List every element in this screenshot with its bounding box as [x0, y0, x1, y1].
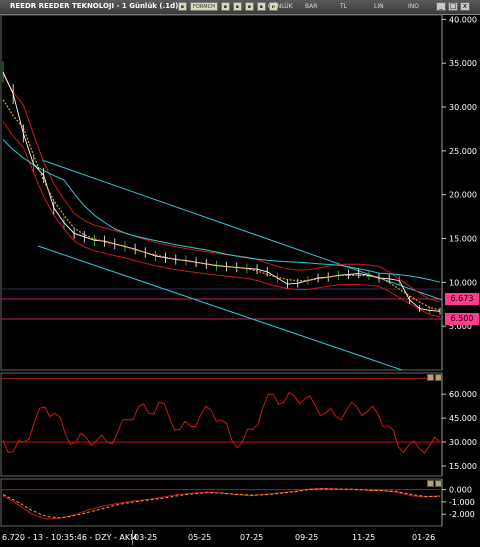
- price-y-tick-label: 40.000: [449, 15, 477, 24]
- macd-y-tick-label: -2.000: [449, 510, 475, 519]
- x-tick-label: 03-25: [134, 533, 158, 542]
- price-layer: [1, 61, 443, 371]
- price-level-tag-2: 6.500: [445, 313, 479, 325]
- price-level-tag-1: 6.673: [445, 293, 479, 305]
- rsi-panel-settings-button[interactable]: [427, 374, 434, 381]
- macd-panel-frame: [0, 478, 443, 527]
- macd-panel-close-button[interactable]: [435, 480, 442, 487]
- macd-axis: 0.000 -1.000 -2.000: [442, 486, 475, 519]
- rsi-y-tick-label: 45.000: [449, 414, 477, 423]
- macd-panel-settings-button[interactable]: [427, 480, 434, 487]
- price-y-tick-label: 10.000: [449, 278, 477, 287]
- rsi-y-tick-label: 15.000: [449, 462, 477, 471]
- rsi-line: [2, 391, 441, 454]
- bollinger-upper-line: [2, 74, 441, 303]
- x-tick-label: 07-25: [240, 533, 264, 542]
- x-tick-label: 11-25: [352, 533, 376, 542]
- status-bar: 6.720 - 13 - 10:35:46 - DZY - AKM 03-25 …: [0, 528, 480, 547]
- rsi-y-tick-label: 30.000: [449, 438, 477, 447]
- x-axis-separator: [132, 530, 133, 545]
- price-y-tick-label: 15.000: [449, 235, 477, 244]
- price-y-tick-label: 25.000: [449, 147, 477, 156]
- x-tick-label: 09-25: [295, 533, 319, 542]
- price-panel-frame: [0, 14, 443, 371]
- rsi-axis: 60.000 45.000 30.000 15.000: [442, 390, 477, 471]
- x-tick-label: 05-25: [188, 533, 212, 542]
- price-y-tick-label: 20.000: [449, 191, 477, 200]
- channel-upper-line: [41, 159, 443, 301]
- rsi-y-tick-label: 60.000: [449, 390, 477, 399]
- x-tick-label: 01-26: [412, 533, 436, 542]
- rsi-panel-frame: [0, 372, 443, 477]
- long-moving-average-line: [2, 139, 441, 283]
- macd-layer: [1, 487, 442, 520]
- price-y-tick-label: 35.000: [449, 59, 477, 68]
- price-y-tick-label: 30.000: [449, 103, 477, 112]
- rsi-panel-close-button[interactable]: [435, 374, 442, 381]
- macd-signal-line: [2, 488, 440, 519]
- charts-area[interactable]: 40.000 35.000 30.000 25.000 20.000 15.000 10.0…: [0, 0, 480, 528]
- price-axis: 40.000 35.000 30.000 25.000 20.000 15.000 10.0…: [442, 15, 477, 331]
- status-text: 6.720 - 13 - 10:35:46 - DZY - AKM: [2, 533, 138, 542]
- rsi-layer: [1, 377, 442, 454]
- macd-y-tick-label: 0.000: [449, 486, 472, 495]
- macd-y-tick-label: -1.000: [449, 498, 475, 507]
- bollinger-lower-line: [2, 121, 441, 318]
